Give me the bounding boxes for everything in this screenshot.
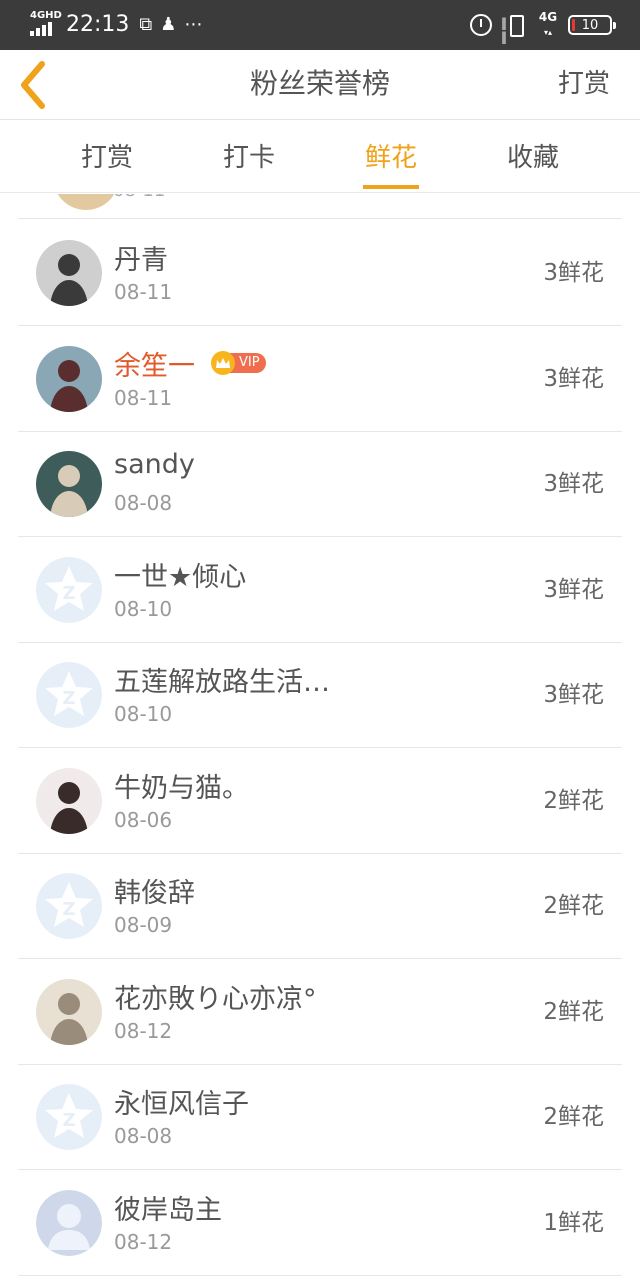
signal-icon: 4GHD [30,10,62,40]
status-bar: 4GHD 22:13 ⧉ ♟ ⋯ 4G▾▴ 10 [0,0,640,50]
screenshot-icon: ⧉ [139,14,153,35]
item-date: 08-08 [114,1124,173,1148]
crown-icon [211,350,235,375]
flower-count: 2鲜花 [543,893,604,919]
user-name[interactable]: 彼岸岛主 [114,1188,222,1227]
list-item[interactable]: Z 五莲解放路生活… 08-10 3鲜花 [18,642,622,748]
item-date: 08-09 [114,913,173,937]
fan-list[interactable]: 08-11 丹青08-113鲜花余笙一VIP08-113鲜花sandy08-08… [0,194,640,1276]
list-item[interactable]: 08-11 [18,194,622,219]
tab-bar: 打赏 打卡 鲜花 收藏 [0,121,640,193]
svg-text:Z: Z [62,1110,75,1131]
item-date: 08-11 [114,280,173,304]
qq-icon: ♟ [160,14,177,35]
avatar[interactable] [36,345,102,412]
flower-count: 3鲜花 [543,682,604,708]
user-name[interactable]: 余笙一 [114,344,195,383]
flower-count: 3鲜花 [543,576,604,603]
item-date: 08-11 [113,194,165,201]
qzone-avatar-icon[interactable]: Z [36,1084,102,1150]
user-name[interactable]: 永恒风信子 [114,1082,249,1121]
alarm-icon [470,14,492,36]
list-item[interactable]: 丹青 08-11 3鲜花 [18,220,622,326]
battery-icon: 10 [568,15,616,35]
svg-text:Z: Z [62,688,75,709]
page-title: 粉丝荣誉榜 [249,67,390,100]
vibrate-icon [501,14,528,44]
tab-flowers[interactable]: 鲜花 [336,121,446,193]
flower-count: 3鲜花 [543,260,604,286]
item-date: 08-12 [114,1229,173,1254]
battery-level: 10 [581,17,599,33]
flower-count: 2鲜花 [543,998,604,1025]
svg-text:Z: Z [62,899,75,920]
user-name[interactable]: 牛奶与猫。 [114,766,249,805]
user-name[interactable]: 花亦敗り心亦凉° [114,977,317,1016]
list-item[interactable]: sandy 08-08 3鲜花 [18,431,622,537]
list-item[interactable]: 牛奶与猫。 08-06 2鲜花 [18,748,622,854]
svg-text:Z: Z [62,583,75,604]
user-name[interactable]: 一世★倾心 [114,555,246,594]
user-name[interactable]: 五莲解放路生活… [114,660,330,699]
flower-count: 1鲜花 [543,1209,604,1236]
qzone-avatar-icon[interactable]: Z [36,662,102,728]
network-type-icon: 4G ▾▴ [538,10,558,37]
avatar[interactable] [36,978,102,1045]
active-tab-indicator [363,185,419,189]
flower-count: 2鲜花 [543,787,604,814]
flower-count: 3鲜花 [543,471,604,497]
avatar [53,194,119,210]
list-item[interactable]: Z 韩俊辞 08-09 2鲜花 [18,853,622,959]
tab-checkin[interactable]: 打卡 [194,121,304,193]
qzone-avatar-icon[interactable]: Z [36,873,102,939]
item-date: 08-12 [114,1018,173,1043]
list-item[interactable]: 彼岸岛主 08-12 1鲜花 [18,1170,622,1276]
item-date: 08-10 [114,702,173,726]
nav-bar: 粉丝荣誉榜 打赏 [0,50,640,120]
tab-reward[interactable]: 打赏 [52,121,162,193]
default-avatar-icon[interactable] [36,1189,102,1256]
user-name[interactable]: 韩俊辞 [114,871,195,910]
reward-button[interactable]: 打赏 [558,50,610,118]
tab-favorites[interactable]: 收藏 [478,121,588,193]
user-name[interactable]: sandy [114,449,195,480]
item-date: 08-08 [114,491,173,515]
user-name[interactable]: 丹青 [114,238,168,277]
list-item[interactable]: Z 永恒风信子 08-08 2鲜花 [18,1064,622,1170]
list-item[interactable]: 余笙一 VIP 08-11 3鲜花 [18,326,622,432]
flower-count: 3鲜花 [543,365,604,392]
list-item[interactable]: 花亦敗り心亦凉° 08-12 2鲜花 [18,959,622,1065]
flower-count: 2鲜花 [543,1104,604,1130]
avatar[interactable] [36,240,102,306]
avatar[interactable] [36,767,102,834]
more-notifications-icon: ⋯ [184,14,203,35]
item-date: 08-11 [114,385,173,410]
qzone-avatar-icon[interactable]: Z [36,556,102,623]
item-date: 08-06 [114,807,173,832]
avatar[interactable] [36,451,102,517]
vip-badge: VIP [211,350,266,375]
status-time: 22:13 [66,12,130,37]
list-item[interactable]: Z 一世★倾心 08-10 3鲜花 [18,537,622,643]
item-date: 08-10 [114,596,173,621]
